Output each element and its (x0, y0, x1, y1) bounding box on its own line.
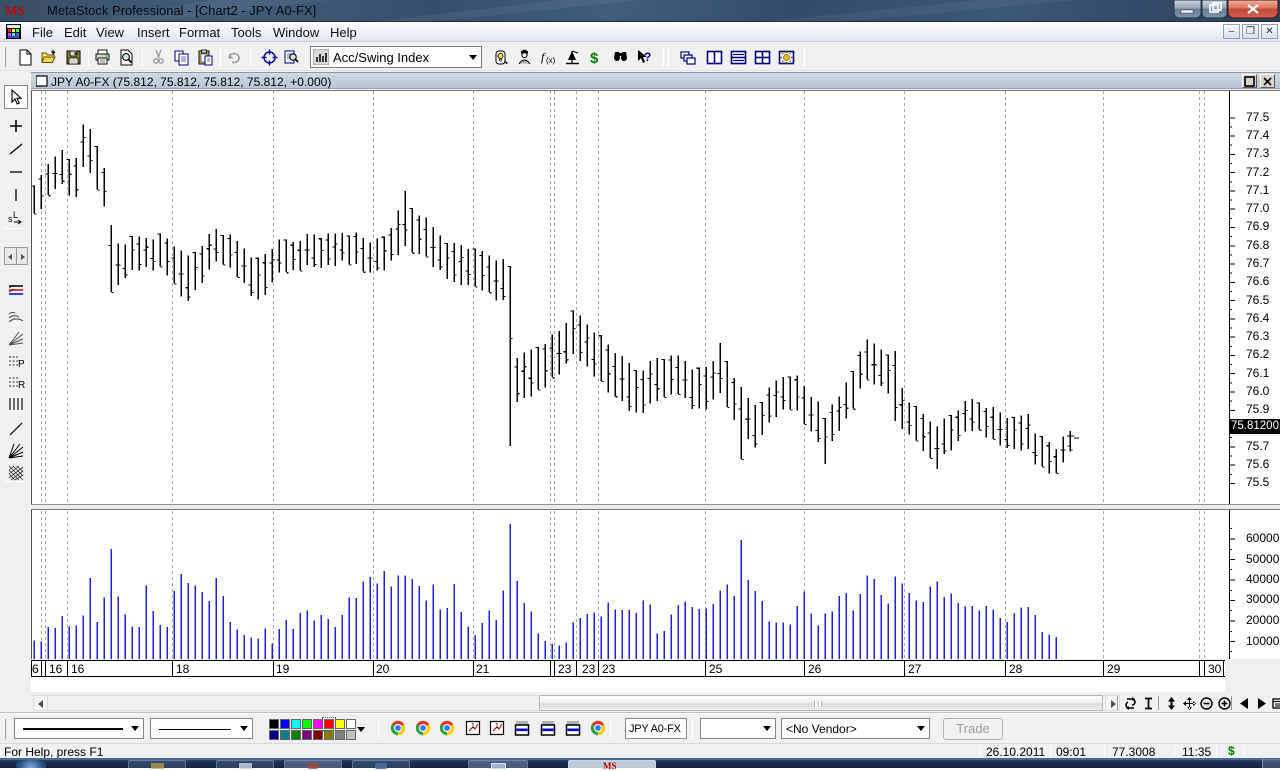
svg-text:P: P (18, 359, 25, 370)
svg-text:L: L (13, 210, 18, 220)
svg-text:1: 1 (471, 723, 475, 730)
svg-text:?: ? (644, 50, 651, 64)
svg-text:1: 1 (495, 723, 499, 730)
svg-text:R: R (18, 380, 25, 391)
svg-text:(x): (x) (546, 56, 556, 65)
svg-text:MS: MS (5, 3, 25, 18)
svg-text:$: $ (590, 50, 599, 66)
